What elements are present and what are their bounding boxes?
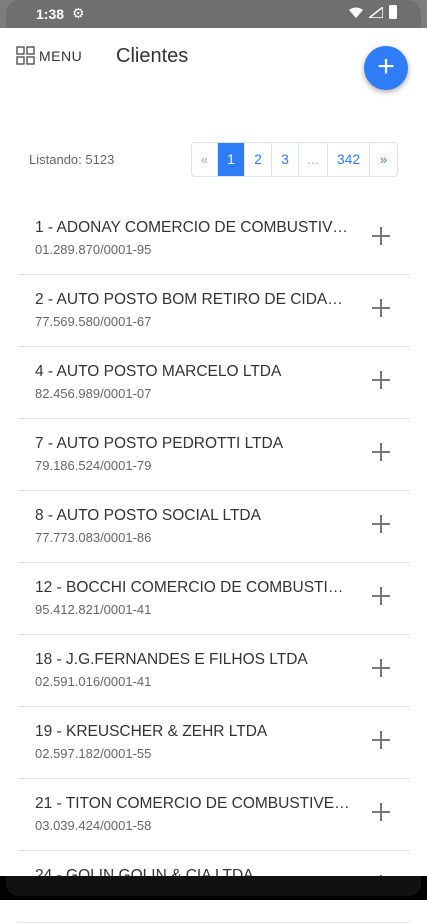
client-list-item[interactable]: 18 - J.G.FERNANDES E FILHOS LTDA 02.591.… [18,635,410,707]
client-list-item[interactable]: 4 - AUTO POSTO MARCELO LTDA 82.456.989/0… [18,347,410,419]
client-name: 12 - BOCCHI COMERCIO DE COMBUSTIVEIS LTD… [35,579,350,596]
listing-count: Listando: 5123 [29,152,115,167]
menu-label: MENU [39,47,83,64]
pagination-page-last[interactable]: 342 [328,143,370,176]
client-list-item[interactable]: 19 - KREUSCHER & ZEHR LTDA 02.597.182/00… [18,707,410,779]
signal-icon [369,6,383,18]
add-icon[interactable] [370,513,392,535]
status-bar: 1:38 ⚙ [0,0,427,28]
pagination: « 1 2 3 ... 342 » [191,142,398,177]
status-bar-inner: 1:38 ⚙ [6,0,421,28]
client-list: 1 - ADONAY COMERCIO DE COMBUSTIVEIS LTDA… [18,203,410,923]
client-cnpj: 79.186.524/0001-79 [35,458,152,473]
pagination-ellipsis: ... [299,143,328,176]
system-nav-bar-inner [6,876,421,896]
client-cnpj: 77.569.580/0001-67 [35,314,152,329]
pagination-page-1[interactable]: 1 [218,143,245,176]
client-name: 4 - AUTO POSTO MARCELO LTDA [35,363,282,380]
client-list-item[interactable]: 7 - AUTO POSTO PEDROTTI LTDA 79.186.524/… [18,419,410,491]
plus-icon: + [377,50,395,83]
client-list-item[interactable]: 12 - BOCCHI COMERCIO DE COMBUSTIVEIS LTD… [18,563,410,635]
status-time: 1:38 [36,6,65,22]
client-list-item[interactable]: 2 - AUTO POSTO BOM RETIRO DE CIDADE LTDA… [18,275,410,347]
wifi-icon [349,7,363,18]
menu-button[interactable]: MENU [16,46,82,65]
add-icon[interactable] [370,225,392,247]
pagination-prev[interactable]: « [192,143,218,176]
client-cnpj: 77.773.083/0001-86 [35,530,152,545]
battery-icon [389,5,397,19]
add-icon[interactable] [370,657,392,679]
client-cnpj: 02.591.016/0001-41 [35,674,152,689]
pagination-page-3[interactable]: 3 [272,143,299,176]
pagination-next[interactable]: » [370,143,397,176]
client-cnpj: 82.456.989/0001-07 [35,386,152,401]
client-list-item[interactable]: 1 - ADONAY COMERCIO DE COMBUSTIVEIS LTDA… [18,203,410,275]
client-cnpj: 95.412.821/0001-41 [35,602,152,617]
add-icon[interactable] [370,585,392,607]
client-name: 18 - J.G.FERNANDES E FILHOS LTDA [35,651,308,668]
client-name: 21 - TITON COMERCIO DE COMBUSTIVEIS LTDA [35,795,350,812]
add-client-fab[interactable]: + [364,46,408,90]
add-icon[interactable] [370,297,392,319]
client-name: 8 - AUTO POSTO SOCIAL LTDA [35,507,261,524]
client-list-item[interactable]: 8 - AUTO POSTO SOCIAL LTDA 77.773.083/00… [18,491,410,563]
system-nav-bar [0,876,427,900]
client-cnpj: 02.597.182/0001-55 [35,746,152,761]
client-name: 2 - AUTO POSTO BOM RETIRO DE CIDADE LTDA [35,291,350,308]
page-title: Clientes [116,45,189,67]
add-icon[interactable] [370,729,392,751]
add-icon[interactable] [370,801,392,823]
add-icon[interactable] [370,369,392,391]
client-cnpj: 03.039.424/0001-58 [35,818,152,833]
client-list-item[interactable]: 21 - TITON COMERCIO DE COMBUSTIVEIS LTDA… [18,779,410,851]
client-name: 19 - KREUSCHER & ZEHR LTDA [35,723,268,740]
pagination-page-2[interactable]: 2 [245,143,272,176]
client-cnpj: 01.289.870/0001-95 [35,242,152,257]
client-name: 7 - AUTO POSTO PEDROTTI LTDA [35,435,284,452]
status-icons [349,5,397,19]
client-name: 1 - ADONAY COMERCIO DE COMBUSTIVEIS LTDA [35,219,350,236]
settings-gear-icon: ⚙ [72,5,85,21]
add-icon[interactable] [370,441,392,463]
grid-menu-icon [16,46,35,65]
